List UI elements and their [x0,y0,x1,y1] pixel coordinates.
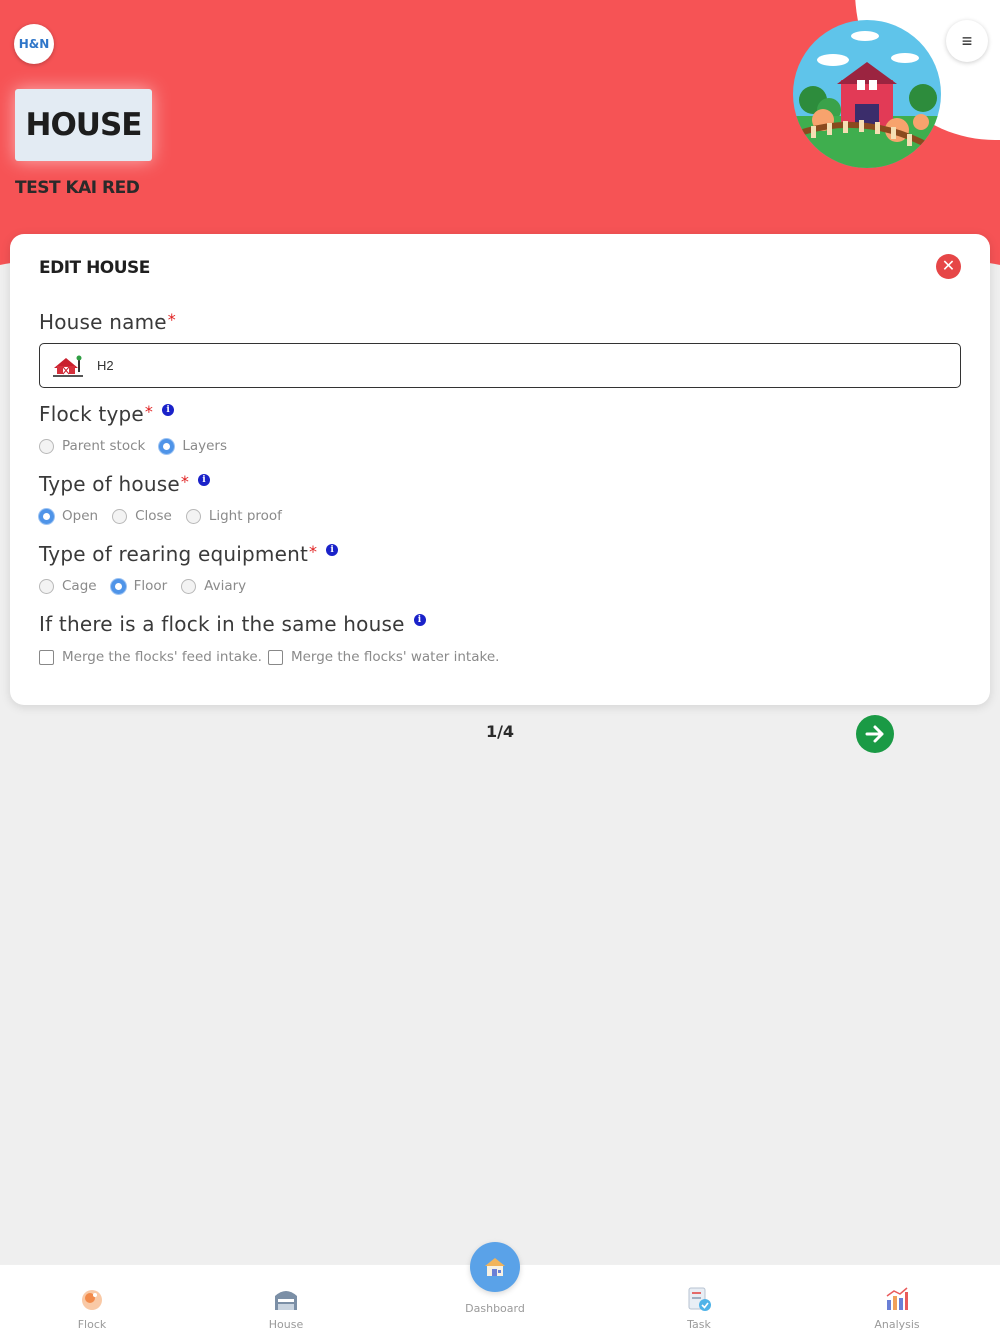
radio-circle[interactable] [39,438,54,454]
rearing-equipment-options: Cage Floor Aviary [39,578,260,594]
checkbox-label: Merge the flocks' feed intake. [62,649,262,665]
page-subtitle: TEST KAI RED [15,178,140,198]
radio-cage[interactable]: Cage [39,578,97,594]
checkbox-merge-water[interactable]: Merge the flocks' water intake. [267,649,500,665]
same-house-label: If there is a flock in the same house i [39,612,426,636]
flock-type-label: Flock type * i [39,402,175,426]
house-name-label: House name * [39,310,176,334]
checkbox-box[interactable] [39,649,54,665]
radio-parent-stock[interactable]: Parent stock [39,438,145,454]
radio-circle[interactable] [185,508,201,524]
dashboard-icon [485,1258,505,1276]
nav-label: Flock [77,1318,107,1331]
radio-circle-selected[interactable] [110,578,126,594]
close-button[interactable]: ✕ [936,254,961,279]
radio-open[interactable]: Open [39,508,98,524]
radio-aviary[interactable]: Aviary [181,578,246,594]
flock-type-options: Parent stock Layers [39,438,241,454]
flock-icon [82,1290,102,1310]
radio-label: Parent stock [62,438,146,454]
required-marker: * [167,310,176,329]
house-name-label-text: House name [39,310,167,334]
info-icon[interactable]: i [162,404,175,416]
radio-layers[interactable]: Layers [159,438,227,454]
type-of-house-label: Type of house * i [39,472,211,496]
radio-circle-selected[interactable] [159,438,175,454]
arrow-right-icon [865,725,884,743]
radio-label: Light proof [208,508,282,524]
radio-label: Layers [182,438,228,454]
checkbox-box[interactable] [267,649,283,665]
close-icon: ✕ [941,257,956,275]
type-of-house-label-text: Type of house [39,472,180,496]
analysis-icon [886,1287,908,1310]
next-button[interactable] [856,715,894,753]
same-house-label-text: If there is a flock in the same house [39,612,405,636]
radio-circle-selected[interactable] [39,508,54,524]
rearing-equipment-label: Type of rearing equipment * i [39,542,339,566]
info-icon[interactable]: i [198,474,211,486]
radio-floor[interactable]: Floor [110,578,168,594]
house-icon [275,1291,297,1310]
checkbox-merge-feed[interactable]: Merge the flocks' feed intake. [39,649,262,665]
nav-house[interactable]: House [236,1265,336,1334]
nav-analysis[interactable]: Analysis [847,1265,947,1334]
nav-label: House [268,1318,304,1331]
radio-circle[interactable] [112,508,128,524]
barn-icon [52,354,84,378]
radio-label: Floor [133,578,168,594]
brand-logo[interactable]: H&N [14,24,54,64]
task-icon [688,1287,711,1311]
required-marker: * [144,402,154,421]
checkbox-label: Merge the flocks' water intake. [290,649,500,665]
menu-button[interactable]: ≡ [946,20,988,62]
nav-task[interactable]: Task [649,1265,749,1334]
logo-text: H&N [18,37,50,51]
radio-circle[interactable] [39,578,54,594]
required-marker: * [180,472,190,491]
house-name-input[interactable]: H2 [39,343,961,388]
nav-label: Task [687,1318,711,1331]
radio-close[interactable]: Close [112,508,172,524]
type-of-house-options: Open Close Light proof [39,508,296,524]
edit-house-card: EDIT HOUSE ✕ House name * H2 Flock type … [10,234,990,705]
info-icon[interactable]: i [413,614,426,626]
radio-label: Close [135,508,172,524]
nav-label: Analysis [874,1318,920,1331]
rearing-equipment-label-text: Type of rearing equipment [39,542,309,566]
card-title: EDIT HOUSE [39,258,150,278]
farm-illustration [793,20,941,168]
flock-type-label-text: Flock type [39,402,144,426]
info-icon[interactable]: i [326,544,339,556]
required-marker: * [309,542,318,561]
nav-label-dashboard: Dashboard [465,1302,525,1315]
radio-light-proof[interactable]: Light proof [185,508,282,524]
radio-label: Open [62,508,99,524]
house-name-value: H2 [97,358,114,373]
hamburger-icon: ≡ [961,30,973,51]
radio-label: Cage [62,578,97,594]
page-indicator: 1/4 [485,722,515,741]
page-title: HOUSE [15,89,152,161]
nav-dashboard[interactable] [470,1242,520,1292]
same-house-options: Merge the flocks' feed intake. Merge the… [39,649,513,665]
radio-label: Aviary [204,578,247,594]
nav-flock[interactable]: Flock [42,1265,142,1334]
radio-circle[interactable] [181,578,197,594]
